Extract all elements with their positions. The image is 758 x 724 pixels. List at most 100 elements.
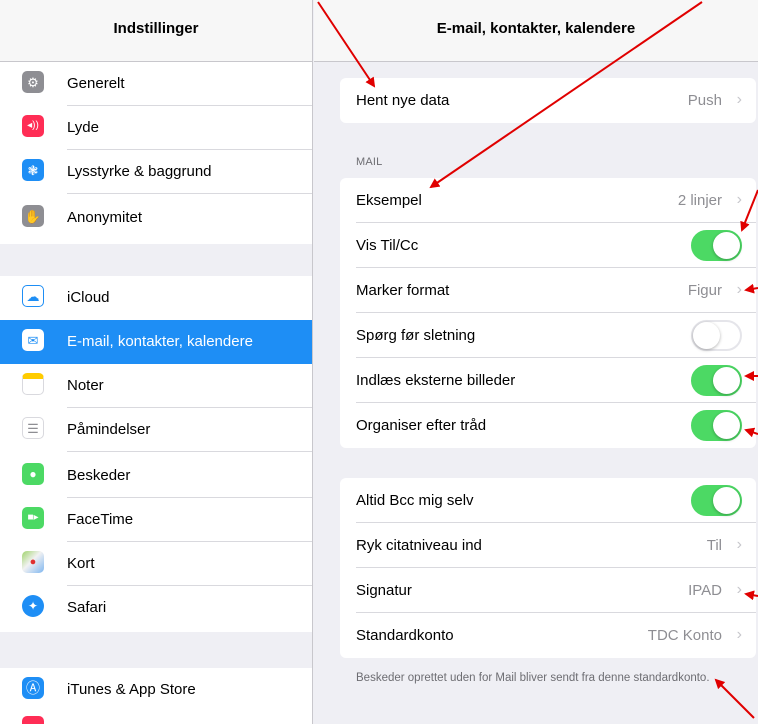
maps-icon: ● xyxy=(22,551,44,573)
app-icon xyxy=(22,716,44,724)
chevron-right-icon: › xyxy=(736,536,742,553)
row-value: IPAD xyxy=(688,582,722,599)
hand-icon: ✋ xyxy=(22,205,44,227)
row-organiser-efter-traad: Organiser efter tråd xyxy=(340,403,756,448)
row-marker-format[interactable]: Marker format Figur › xyxy=(340,268,756,313)
appstore-icon: Ⓐ xyxy=(22,677,44,699)
chevron-right-icon: › xyxy=(736,191,742,208)
row-label: Eksempel xyxy=(356,192,422,209)
sidebar: Indstillinger ⚙ Generelt ◂)) Lyde ❃ Lyss… xyxy=(0,0,313,724)
sidebar-item-label: iTunes & App Store xyxy=(67,681,196,698)
row-label: Vis Til/Cc xyxy=(356,237,419,254)
sidebar-item-paamindelser[interactable]: ☰ Påmindelser xyxy=(0,408,312,452)
row-value: Figur xyxy=(687,282,722,299)
vis-til-cc-toggle[interactable] xyxy=(691,230,742,261)
row-label: Standardkonto xyxy=(356,627,454,644)
toggle-knob xyxy=(713,412,740,439)
row-label: Signatur xyxy=(356,582,412,599)
altid-bcc-toggle[interactable] xyxy=(691,485,742,516)
reminders-icon: ☰ xyxy=(22,417,44,439)
sidebar-item-beskeder[interactable]: ● Beskeder xyxy=(0,454,312,498)
messages-icon: ● xyxy=(22,463,44,485)
row-label: Hent nye data xyxy=(356,92,450,109)
sidebar-item-label: Kort xyxy=(67,555,95,572)
sidebar-item-email[interactable]: ✉ E-mail, kontakter, kalendere xyxy=(0,320,312,364)
group-gap xyxy=(0,632,312,668)
mail-card: Eksempel 2 linjer › Vis Til/Cc Marker fo… xyxy=(340,178,756,448)
sidebar-item-label: iCloud xyxy=(67,289,110,306)
sidebar-item-label: Lysstyrke & baggrund xyxy=(67,163,212,180)
sidebar-item-label: FaceTime xyxy=(67,511,134,528)
sidebar-item-label: Lyde xyxy=(67,119,99,136)
cloud-icon: ☁ xyxy=(22,285,44,307)
row-hent-nye-data[interactable]: Hent nye data Push › xyxy=(340,78,756,123)
row-label: Organiser efter tråd xyxy=(356,417,487,434)
chevron-right-icon: › xyxy=(736,91,742,108)
row-indlaes-eksterne-billeder: Indlæs eksterne billeder xyxy=(340,358,756,403)
toggle-knob xyxy=(713,367,740,394)
row-value: Til xyxy=(706,537,722,554)
sidebar-item-safari[interactable]: ✦ Safari xyxy=(0,586,312,630)
detail-title: E-mail, kontakter, kalendere xyxy=(436,20,636,37)
standardkonto-footnote: Beskeder oprettet uden for Mail bliver s… xyxy=(356,672,710,684)
row-vis-til-cc: Vis Til/Cc xyxy=(340,223,756,268)
sidebar-item-label: Generelt xyxy=(67,75,125,92)
row-label: Indlæs eksterne billeder xyxy=(356,372,516,389)
row-altid-bcc: Altid Bcc mig selv xyxy=(340,478,756,523)
sidebar-item-icloud[interactable]: ☁ iCloud xyxy=(0,276,312,320)
row-label: Marker format xyxy=(356,282,450,299)
sidebar-item-next[interactable] xyxy=(0,712,312,724)
sidebar-item-facetime[interactable]: ■▸ FaceTime xyxy=(0,498,312,542)
sidebar-item-label: E-mail, kontakter, kalendere xyxy=(67,333,253,350)
indlaes-eksterne-billeder-toggle[interactable] xyxy=(691,365,742,396)
separator xyxy=(67,451,312,452)
chevron-right-icon: › xyxy=(736,581,742,598)
detail-navbar: E-mail, kontakter, kalendere xyxy=(314,0,758,62)
fetch-card: Hent nye data Push › xyxy=(340,78,756,123)
organiser-efter-traad-toggle[interactable] xyxy=(691,410,742,441)
row-value: Push xyxy=(687,92,722,109)
mail-icon: ✉ xyxy=(22,329,44,351)
toggle-knob xyxy=(693,322,720,349)
chevron-right-icon: › xyxy=(736,626,742,643)
sidebar-item-label: Safari xyxy=(67,599,107,616)
sidebar-item-lysstyrke[interactable]: ❃ Lysstyrke & baggrund xyxy=(0,150,312,194)
sidebar-item-label: Beskeder xyxy=(67,467,131,484)
row-eksempel[interactable]: Eksempel 2 linjer › xyxy=(340,178,756,223)
sidebar-item-generelt[interactable]: ⚙ Generelt xyxy=(0,62,312,106)
sidebar-item-itunes[interactable]: Ⓐ iTunes & App Store xyxy=(0,668,312,712)
group-gap xyxy=(0,244,312,278)
toggle-knob xyxy=(713,232,740,259)
row-ryk-citatniveau[interactable]: Ryk citatniveau ind Til › xyxy=(340,523,756,568)
sidebar-item-noter[interactable]: Noter xyxy=(0,364,312,408)
chevron-right-icon: › xyxy=(736,281,742,298)
sidebar-title: Indstillinger xyxy=(113,20,199,37)
sidebar-item-label: Noter xyxy=(67,377,104,394)
row-label: Ryk citatniveau ind xyxy=(356,537,482,554)
sidebar-item-anonymitet[interactable]: ✋ Anonymitet xyxy=(0,196,312,240)
row-label: Altid Bcc mig selv xyxy=(356,492,474,509)
gear-icon: ⚙ xyxy=(22,71,44,93)
separator xyxy=(67,193,312,194)
row-signatur[interactable]: Signatur IPAD › xyxy=(340,568,756,613)
row-value: 2 linjer xyxy=(677,192,722,209)
speaker-icon: ◂)) xyxy=(22,115,44,137)
section-header-mail: MAIL xyxy=(356,156,383,168)
safari-icon: ✦ xyxy=(22,595,44,617)
facetime-icon: ■▸ xyxy=(22,507,44,529)
toggle-knob xyxy=(713,487,740,514)
row-value: TDC Konto xyxy=(647,627,722,644)
sidebar-navbar: Indstillinger xyxy=(0,0,312,62)
row-label: Spørg før sletning xyxy=(356,327,476,344)
sidebar-item-label: Påmindelser xyxy=(67,421,151,438)
row-spoerg-foer-sletning: Spørg før sletning xyxy=(340,313,756,358)
row-standardkonto[interactable]: Standardkonto TDC Konto › xyxy=(340,613,756,658)
options-card: Altid Bcc mig selv Ryk citatniveau ind T… xyxy=(340,478,756,658)
sidebar-item-kort[interactable]: ● Kort xyxy=(0,542,312,586)
flower-icon: ❃ xyxy=(22,159,44,181)
sidebar-item-label: Anonymitet xyxy=(67,209,143,226)
notes-icon xyxy=(22,373,44,395)
sidebar-item-lyde[interactable]: ◂)) Lyde xyxy=(0,106,312,150)
detail-pane: E-mail, kontakter, kalendere Hent nye da… xyxy=(314,0,758,724)
spoerg-foer-sletning-toggle[interactable] xyxy=(691,320,742,351)
